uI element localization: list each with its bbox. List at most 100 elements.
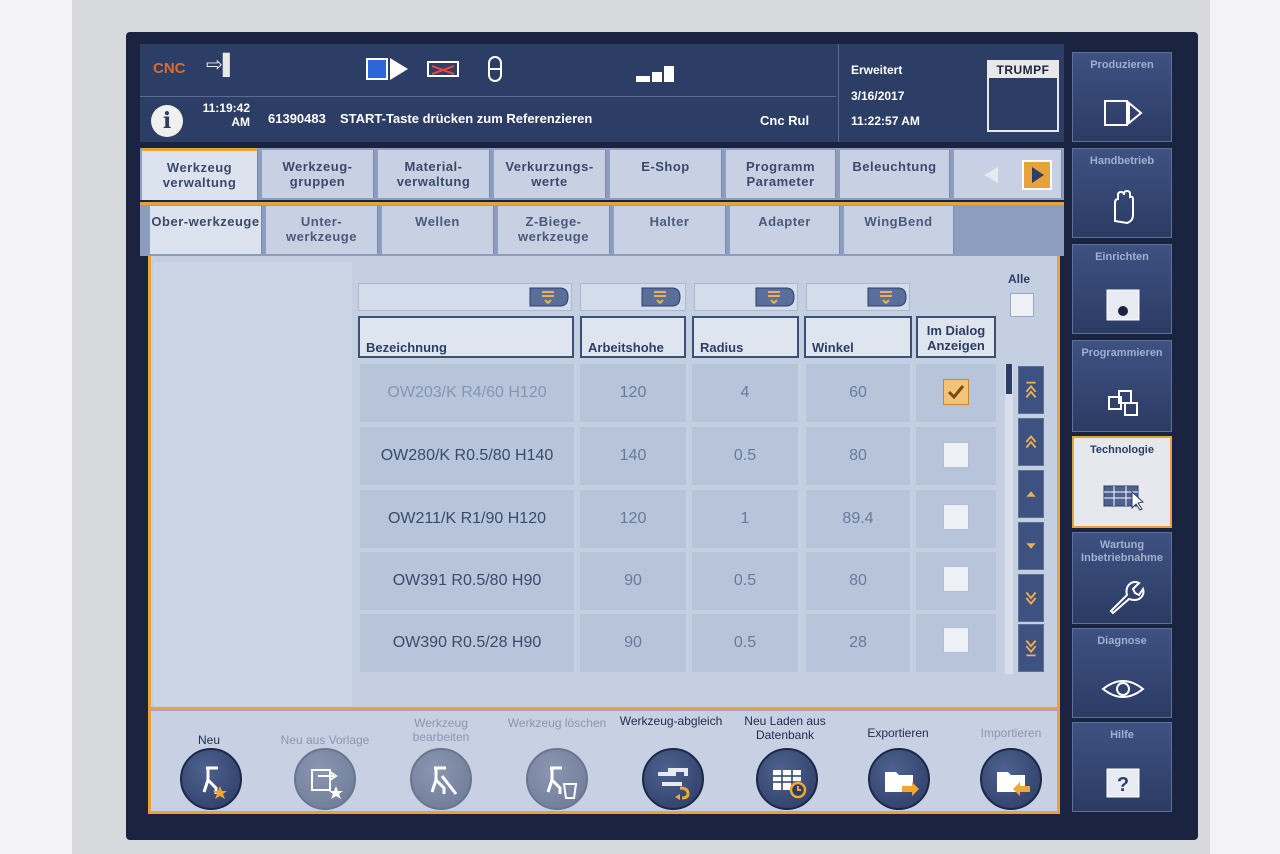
message-text: START-Taste drücken zum Referenzieren [340,111,593,126]
tab-werkzeugverwaltung[interactable]: Werkzeug verwaltung [142,148,258,200]
wrench-icon [1109,581,1145,615]
tab-scroll-left-icon[interactable] [976,160,1006,190]
tab-werkzeuggruppen[interactable]: Werkzeug-gruppen [262,150,374,198]
table-cell-radius[interactable]: 0.5 [692,427,798,485]
import-button[interactable] [980,748,1042,810]
dialog-checkbox[interactable] [943,627,969,653]
export-button[interactable] [868,748,930,810]
sidebar-produzieren[interactable]: Produzieren [1072,52,1172,142]
tab-wingbend[interactable]: WingBend [844,206,954,254]
tab-eshop[interactable]: E-Shop [610,150,722,198]
table-cell-name[interactable]: OW280/K R0.5/80 H140 [360,427,574,485]
table-cell-radius[interactable]: 1 [692,490,798,548]
new-tool-icon [202,766,227,799]
column-header-im-dialog[interactable]: Im Dialog Anzeigen [916,316,996,358]
toolbar-label-neu: Neu [197,733,220,747]
cnc-label: CNC [153,60,186,77]
export-folder-icon [885,772,919,796]
tab-beleuchtung[interactable]: Beleuchtung [840,150,950,198]
scroll-bottom-icon[interactable] [1018,624,1044,672]
tab-materialverwaltung[interactable]: Material-verwaltung [378,150,490,198]
table-cell-radius[interactable]: 4 [692,364,798,422]
table-cell-name[interactable]: OW211/K R1/90 H120 [360,490,574,548]
table-cell-name[interactable]: OW203/K R4/60 H120 [360,364,574,422]
table-cell-radius[interactable]: 0.5 [692,552,798,610]
table-cell-angle[interactable]: 80 [806,552,910,610]
info-icon[interactable]: i [151,105,183,137]
program-run-icon [366,58,408,80]
tab-adapter[interactable]: Adapter [730,206,840,254]
page-up-icon[interactable] [1018,418,1044,466]
sidebar-hilfe[interactable]: Hilfe ? [1072,722,1172,812]
sidebar-handbetrieb[interactable]: Handbetrieb [1072,148,1172,238]
user-mode: Erweitert [851,63,903,77]
message-number: 61390483 [268,111,326,126]
table-cell-angle[interactable]: 28 [806,614,910,672]
cnc-connect-icon: ⇨▌ [206,54,237,76]
line-down-icon[interactable] [1018,522,1044,570]
column-header-arbeitshohe[interactable]: Arbeitshohe [580,316,686,358]
page-down-icon[interactable] [1018,574,1044,622]
edit-tool-icon [430,766,458,795]
toolbar-label-loeschen: Werkzeug löschen [507,716,607,730]
table-cell-name[interactable]: OW391 R0.5/80 H90 [360,552,574,610]
dialog-checkbox[interactable] [943,504,969,530]
tab-scroll-right-icon[interactable] [1022,160,1052,190]
table-cell-height[interactable]: 90 [580,552,686,610]
delete-tool-icon [546,766,578,799]
column-header-bezeichnung[interactable]: Bezeichnung [358,316,574,358]
tab-zbiegewerkzeuge[interactable]: Z-Biege-werkzeuge [498,206,610,254]
table-cell-angle[interactable]: 60 [806,364,910,422]
table-cell-radius[interactable]: 0.5 [692,614,798,672]
sort-filter-icon[interactable] [754,286,796,308]
hand-icon [1114,189,1134,225]
sync-tool-button[interactable] [642,748,704,810]
select-all-checkbox[interactable] [1010,293,1034,317]
edit-tool-button [410,748,472,810]
line-up-icon[interactable] [1018,470,1044,518]
tab-oberwerkzeuge[interactable]: Ober-werkzeuge [150,206,262,254]
tab-verkurzungswerte[interactable]: Verkurzungs-werte [494,150,606,198]
table-cell-height[interactable]: 120 [580,490,686,548]
tab-halter[interactable]: Halter [614,206,726,254]
import-folder-icon [997,772,1030,796]
column-header-radius[interactable]: Radius [692,316,799,358]
header-separator [838,44,839,142]
sidebar-einrichten[interactable]: Einrichten [1072,244,1172,334]
table-scrollbar-thumb[interactable] [1006,364,1012,394]
sidebar-diagnose[interactable]: Diagnose [1072,628,1172,718]
blocks-icon [1108,390,1138,416]
sidebar-technologie[interactable]: Technologie [1072,436,1172,528]
toolbar-label-neu-laden: Neu Laden aus Datenbank [744,714,826,742]
scroll-top-icon[interactable] [1018,366,1044,414]
table-cell-angle[interactable]: 80 [806,427,910,485]
dialog-checkbox[interactable] [943,442,969,468]
toolbar-label-neu-aus-vorlage: Neu aus Vorlage [280,733,370,747]
sort-filter-icon[interactable] [640,286,682,308]
position-icon [488,56,502,82]
reload-database-button[interactable] [756,748,818,810]
table-scrollbar[interactable] [1005,364,1013,674]
tab-unterwerkzeuge[interactable]: Unter-werkzeuge [266,206,378,254]
table-cell-height[interactable]: 120 [580,364,686,422]
table-cell-angle[interactable]: 89.4 [806,490,910,548]
tab-programmparameter[interactable]: Programm Parameter [726,150,836,198]
tab-wellen[interactable]: Wellen [382,206,494,254]
sidebar-programmieren[interactable]: Programmieren [1072,340,1172,432]
table-cell-name[interactable]: OW390 R0.5/28 H90 [360,614,574,672]
monitor-bezel-left [0,0,72,854]
cnc-state: Cnc Rul [760,113,810,128]
select-all-label: Alle [1008,272,1031,286]
table-cell-height[interactable]: 140 [580,427,686,485]
sort-filter-icon[interactable] [528,286,570,308]
dialog-checkbox[interactable] [943,566,969,592]
sidebar-wartung[interactable]: Wartung Inbetriebnahme [1072,532,1172,624]
sort-filter-icon[interactable] [866,286,908,308]
dialog-checkbox[interactable] [943,379,969,405]
new-tool-button[interactable] [180,748,242,810]
table-cell-height[interactable]: 90 [580,614,686,672]
column-header-winkel[interactable]: Winkel [804,316,912,358]
status-header [140,44,1064,142]
clock: 11:22:57 AM [851,114,920,128]
monitor-bezel-right [1210,0,1280,854]
